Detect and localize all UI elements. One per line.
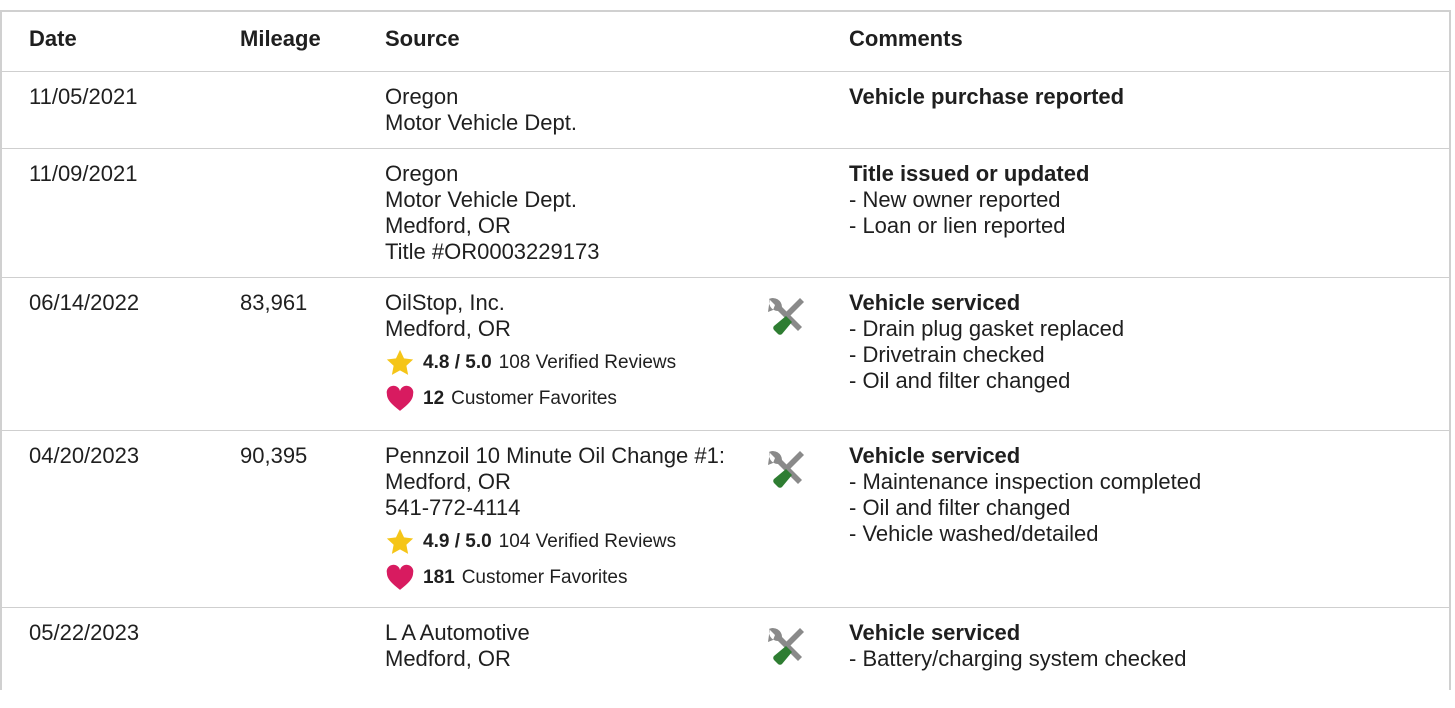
row-source: OilStop, Inc. Medford, OR 4.8 / 5.0 108 … — [385, 290, 765, 414]
row-mileage: 90,395 — [240, 443, 308, 468]
comment-title: Vehicle purchase reported — [849, 84, 1125, 109]
source-line: Title #OR0003229173 — [385, 239, 600, 264]
favorites-count: 181 — [423, 567, 455, 588]
comment-item: - Drivetrain checked — [849, 342, 1045, 367]
favorites-label: Customer Favorites — [451, 388, 617, 409]
comment-item: - Loan or lien reported — [849, 213, 1066, 238]
source-phone[interactable]: 541-772-4114 — [385, 495, 765, 521]
source-line: Motor Vehicle Dept. — [385, 187, 577, 212]
table-row: 06/14/2022 83,961 OilStop, Inc. Medford,… — [2, 278, 1449, 431]
source-line: Medford, OR — [385, 316, 511, 341]
source-name[interactable]: OilStop, Inc. — [385, 290, 765, 316]
comment-item: - Vehicle washed/detailed — [849, 521, 1099, 546]
row-source: Oregon Motor Vehicle Dept. Medford, OR T… — [385, 161, 765, 265]
comment-title: Vehicle serviced — [849, 620, 1021, 645]
favorites-label: Customer Favorites — [461, 567, 628, 588]
favorites-count: 12 — [423, 388, 445, 409]
source-line: Medford, OR — [385, 646, 511, 671]
row-source: Pennzoil 10 Minute Oil Change #1: Medfor… — [385, 443, 765, 593]
row-mileage: 83,961 — [240, 290, 308, 315]
row-comments: Title issued or updated - New owner repo… — [849, 161, 1429, 239]
source-line: Medford, OR — [385, 213, 511, 238]
comment-item: - Oil and filter changed — [849, 495, 1071, 520]
star-icon — [385, 527, 415, 557]
favorites-line: 181 Customer Favorites — [385, 563, 765, 593]
service-wrench-screwdriver-icon — [764, 447, 808, 491]
rating-line[interactable]: 4.9 / 5.0 104 Verified Reviews — [385, 527, 765, 557]
header-comments[interactable]: Comments — [849, 26, 963, 52]
row-source: L A Automotive Medford, OR — [385, 620, 765, 672]
service-wrench-screwdriver-icon — [764, 294, 808, 338]
row-date: 06/14/2022 — [29, 290, 140, 315]
comment-item: - Battery/charging system checked — [849, 646, 1187, 671]
header-date[interactable]: Date — [29, 26, 77, 52]
comment-title: Vehicle serviced — [849, 290, 1021, 315]
rating-line[interactable]: 4.8 / 5.0 108 Verified Reviews — [385, 348, 765, 378]
row-date: 05/22/2023 — [29, 620, 140, 645]
comment-item: - Drain plug gasket replaced — [849, 316, 1125, 341]
table-row: 11/05/2021 Oregon Motor Vehicle Dept. Ve… — [2, 72, 1449, 149]
row-date: 11/09/2021 — [29, 161, 138, 186]
star-icon — [385, 348, 415, 378]
comment-item: - New owner reported — [849, 187, 1061, 212]
row-date: 11/05/2021 — [29, 84, 138, 109]
row-comments: Vehicle serviced - Battery/charging syst… — [849, 620, 1429, 672]
source-name[interactable]: Pennzoil 10 Minute Oil Change #1: — [385, 443, 765, 469]
service-wrench-screwdriver-icon — [764, 624, 808, 668]
header-source[interactable]: Source — [385, 26, 460, 52]
comment-title: Vehicle serviced — [849, 443, 1021, 468]
review-count[interactable]: 104 Verified Reviews — [499, 529, 676, 555]
comment-item: - Oil and filter changed — [849, 368, 1071, 393]
source-name[interactable]: L A Automotive — [385, 620, 765, 646]
heart-icon — [385, 563, 415, 593]
table-header: Date Mileage Source Comments — [2, 12, 1449, 72]
table-row: 11/09/2021 Oregon Motor Vehicle Dept. Me… — [2, 149, 1449, 278]
heart-icon — [385, 384, 415, 414]
source-line: Medford, OR — [385, 469, 511, 494]
source-name: Oregon — [385, 161, 459, 186]
row-comments: Vehicle serviced - Maintenance inspectio… — [849, 443, 1429, 547]
row-date: 04/20/2023 — [29, 443, 140, 468]
rating-value: 4.9 / 5.0 — [423, 531, 492, 552]
row-comments: Vehicle purchase reported — [849, 84, 1429, 110]
source-line: Motor Vehicle Dept. — [385, 110, 577, 135]
review-count[interactable]: 108 Verified Reviews — [499, 350, 676, 376]
source-name: Oregon — [385, 84, 459, 109]
table-row: 05/22/2023 L A Automotive Medford, OR Ve… — [2, 608, 1449, 708]
comment-item: - Maintenance inspection completed — [849, 469, 1202, 494]
favorites-line: 12 Customer Favorites — [385, 384, 765, 414]
vehicle-history-table: Date Mileage Source Comments 11/05/2021 … — [0, 10, 1451, 690]
table-row: 04/20/2023 90,395 Pennzoil 10 Minute Oil… — [2, 431, 1449, 608]
row-source: Oregon Motor Vehicle Dept. — [385, 84, 765, 136]
comment-title: Title issued or updated — [849, 161, 1090, 186]
header-mileage[interactable]: Mileage — [240, 26, 321, 52]
rating-value: 4.8 / 5.0 — [423, 352, 492, 373]
row-comments: Vehicle serviced - Drain plug gasket rep… — [849, 290, 1429, 394]
